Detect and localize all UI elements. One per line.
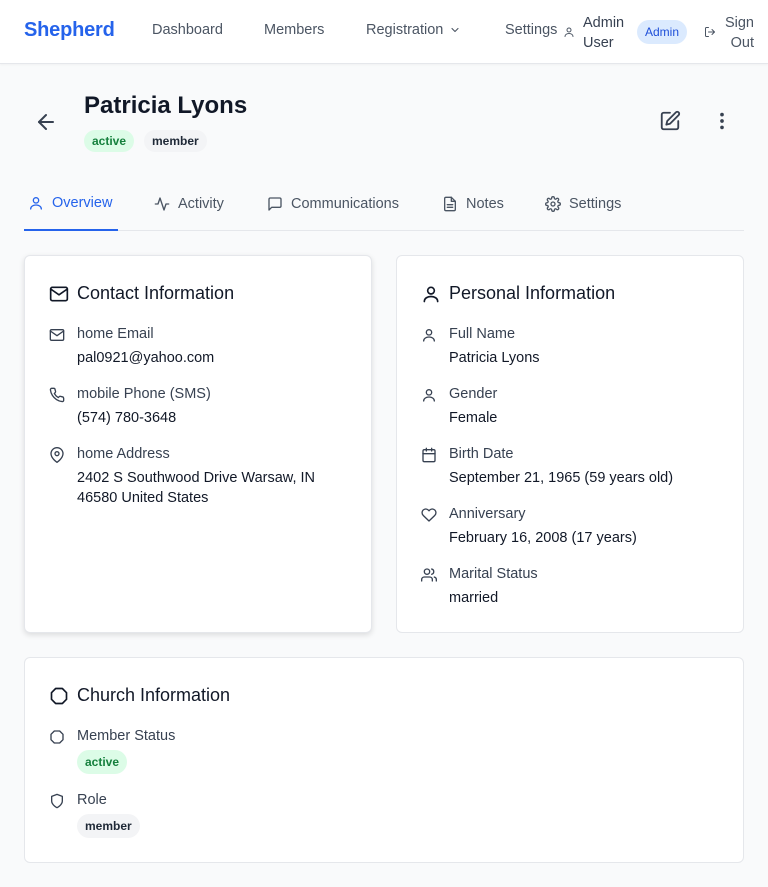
gender-value: Female bbox=[449, 410, 498, 426]
card-title: Contact Information bbox=[77, 283, 235, 303]
nav-settings[interactable]: Settings bbox=[505, 22, 557, 38]
address-label: home Address bbox=[77, 446, 170, 462]
tab-label: Activity bbox=[178, 195, 224, 212]
role-badge-church: member bbox=[77, 814, 140, 838]
role-badge: Admin bbox=[637, 20, 688, 44]
heart-icon bbox=[421, 508, 437, 522]
arrow-left-icon bbox=[38, 114, 54, 130]
user-icon bbox=[564, 27, 574, 37]
activity-icon bbox=[154, 196, 170, 211]
nav-members[interactable]: Members bbox=[264, 22, 324, 38]
anniversary-value: February 16, 2008 (17 years) bbox=[449, 530, 637, 546]
phone-label: mobile Phone (SMS) bbox=[77, 386, 211, 402]
nav-registration-label: Registration bbox=[366, 22, 444, 38]
chevron-down-icon bbox=[451, 27, 459, 33]
marital-status-label: Marital Status bbox=[449, 566, 538, 582]
member-status-label: Member Status bbox=[77, 728, 176, 744]
shield-icon bbox=[51, 793, 63, 809]
phone-value[interactable]: (574) 780-3648 bbox=[77, 408, 176, 428]
address-line-1: 2402 S Southwood Drive Warsaw, IN bbox=[77, 470, 316, 486]
contact-information-card: Contact Information home Email pal0921@y… bbox=[24, 255, 372, 633]
sign-out-button[interactable]: Sign Out bbox=[720, 13, 754, 53]
calendar-icon bbox=[422, 447, 436, 463]
birth-date-value: September 21, 1965 (59 years old) bbox=[449, 470, 674, 486]
phone-icon bbox=[49, 387, 65, 403]
sign-out-icon[interactable] bbox=[704, 26, 716, 38]
card-title: Church Information bbox=[77, 685, 231, 705]
role-label: Role bbox=[77, 792, 107, 808]
tab-label: Communications bbox=[291, 195, 399, 212]
map-pin-icon bbox=[50, 447, 64, 463]
anniversary-label: Anniversary bbox=[449, 506, 526, 522]
personal-information-card: Personal Information Full Name Patricia … bbox=[396, 255, 744, 633]
message-icon bbox=[268, 196, 282, 211]
more-options-button[interactable] bbox=[711, 110, 733, 132]
user-icon bbox=[423, 286, 439, 303]
tab-notes[interactable]: Notes bbox=[442, 176, 504, 231]
card-title: Personal Information bbox=[449, 283, 616, 303]
tab-label: Overview bbox=[52, 194, 113, 211]
church-icon bbox=[50, 687, 68, 705]
gender-label: Gender bbox=[449, 386, 498, 402]
role-badge-header: member bbox=[144, 130, 207, 152]
users-icon bbox=[421, 568, 437, 582]
marital-status-value: married bbox=[449, 590, 499, 606]
circle-icon bbox=[50, 730, 64, 744]
tab-label: Notes bbox=[466, 195, 504, 212]
gear-icon bbox=[545, 195, 561, 212]
brand-logo[interactable]: Shepherd bbox=[24, 19, 115, 42]
nav-dashboard[interactable]: Dashboard bbox=[152, 22, 223, 38]
nav-registration[interactable]: Registration bbox=[366, 22, 461, 38]
birth-date-label: Birth Date bbox=[449, 446, 514, 462]
email-value[interactable]: pal0921@yahoo.com bbox=[77, 348, 214, 368]
full-name-label: Full Name bbox=[449, 326, 516, 342]
user-icon bbox=[423, 329, 435, 342]
more-vertical-icon bbox=[720, 112, 724, 130]
email-label: home Email bbox=[77, 326, 154, 342]
church-information-card: Church Information Member Status active … bbox=[24, 657, 744, 863]
full-name-value: Patricia Lyons bbox=[449, 350, 540, 366]
top-nav: Shepherd Dashboard Members Registration … bbox=[0, 0, 768, 64]
tab-overview[interactable]: Overview bbox=[24, 176, 118, 231]
tab-activity[interactable]: Activity bbox=[154, 176, 224, 231]
tab-label: Settings bbox=[569, 195, 622, 212]
user-icon bbox=[423, 389, 435, 402]
file-text-icon bbox=[444, 196, 456, 211]
mail-icon bbox=[49, 286, 69, 302]
status-badge: active bbox=[84, 130, 135, 152]
page-title: Patricia Lyons bbox=[84, 92, 248, 119]
address-line-2: 46580 United States bbox=[77, 490, 209, 506]
edit-icon bbox=[660, 110, 681, 131]
edit-button[interactable] bbox=[659, 110, 681, 132]
member-status-badge: active bbox=[77, 750, 128, 774]
current-user-name: Admin User bbox=[583, 15, 625, 51]
user-icon bbox=[30, 196, 42, 210]
back-button[interactable] bbox=[34, 110, 58, 134]
tab-bar: Overview Activity Communications Notes S… bbox=[24, 176, 744, 231]
tab-communications[interactable]: Communications bbox=[267, 176, 399, 231]
mail-icon bbox=[49, 329, 65, 341]
tab-settings[interactable]: Settings bbox=[545, 176, 621, 231]
